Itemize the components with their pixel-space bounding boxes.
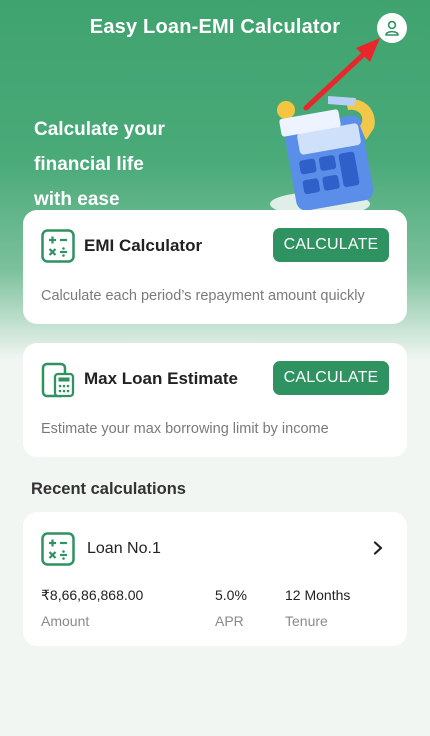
emi-calculator-card[interactable]: EMI Calculator CALCULATE Calculate each …: [23, 210, 407, 324]
max-card-description: Estimate your max borrowing limit by inc…: [41, 421, 329, 437]
loan-name: Loan No.1: [87, 540, 161, 557]
emi-card-description: Calculate each period’s repayment amount…: [41, 288, 365, 304]
max-card-title: Max Loan Estimate: [84, 369, 238, 388]
calculator-icon: [41, 229, 75, 263]
calculator-illustration: [270, 96, 375, 216]
loan-amount-label: Amount: [41, 613, 90, 629]
hero-tagline: Calculate your financial life with ease: [34, 112, 165, 217]
loan-apr-value: 5.0%: [215, 587, 247, 603]
loan-tenure-label: Tenure: [285, 613, 328, 629]
emi-calculate-button[interactable]: CALCULATE: [273, 228, 389, 262]
recent-section-title: Recent calculations: [31, 480, 186, 498]
calculator-icon: [41, 532, 75, 566]
loan-amount-value: ₹8,66,86,868.00: [41, 587, 144, 603]
chevron-right-icon[interactable]: [373, 541, 383, 555]
emi-card-title: EMI Calculator: [84, 236, 203, 255]
phone-calculator-icon: [41, 362, 75, 398]
loan-tenure-value: 12 Months: [285, 587, 351, 603]
hero-line-1: Calculate your: [34, 119, 165, 140]
loan-apr-label: APR: [215, 613, 244, 629]
max-loan-card[interactable]: Max Loan Estimate CALCULATE Estimate you…: [23, 343, 407, 457]
max-calculate-button[interactable]: CALCULATE: [273, 361, 389, 395]
hero-line-2: financial life: [34, 154, 144, 175]
recent-calculation-card[interactable]: Loan No.1 ₹8,66,86,868.00 Amount 5.0% AP…: [23, 512, 407, 646]
